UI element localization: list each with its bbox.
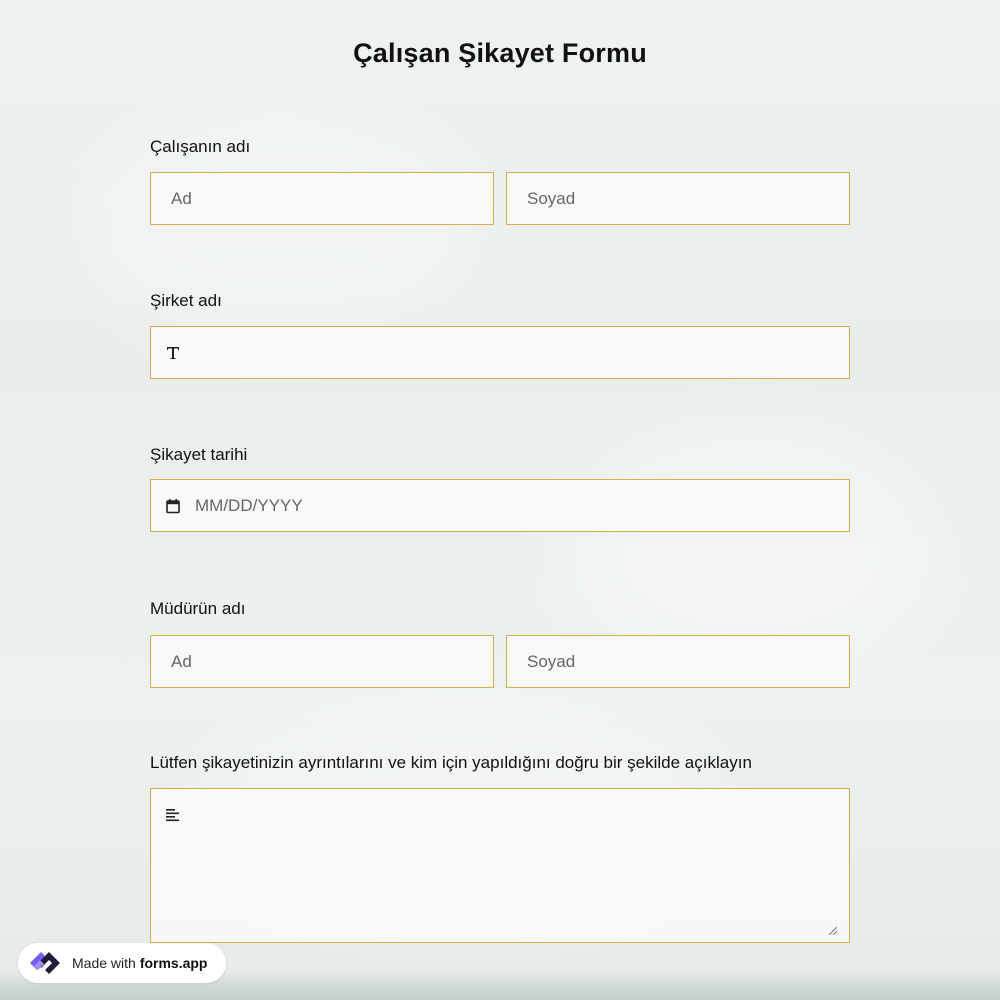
company-name-label: Şirket adı bbox=[150, 291, 222, 310]
manager-first-name-input[interactable]: Ad bbox=[150, 635, 494, 688]
employee-name-label: Çalışanın adı bbox=[150, 137, 251, 156]
employee-first-name-input[interactable]: Ad bbox=[150, 172, 494, 225]
details-label: Lütfen şikayetinizin ayrıntılarını ve ki… bbox=[150, 753, 752, 772]
manager-first-name-placeholder: Ad bbox=[171, 651, 192, 671]
employee-last-name-input[interactable]: Soyad bbox=[506, 172, 850, 225]
form-title: Çalışan Şikayet Formu bbox=[353, 38, 647, 68]
company-name-input[interactable] bbox=[150, 326, 850, 379]
forms-app-logo-icon bbox=[26, 948, 66, 978]
background-cloud bbox=[80, 120, 480, 340]
employee-last-name-placeholder: Soyad bbox=[527, 188, 576, 208]
made-with-text: Made with bbox=[72, 955, 136, 971]
complaint-date-placeholder: MM/DD/YYYY bbox=[195, 495, 303, 515]
resize-handle-icon[interactable] bbox=[827, 922, 838, 936]
manager-name-label: Müdürün adı bbox=[150, 599, 246, 618]
complaint-date-input[interactable]: MM/DD/YYYY bbox=[150, 479, 850, 532]
align-left-icon bbox=[165, 807, 181, 823]
text-type-icon bbox=[165, 345, 181, 361]
forms-app-brand: forms.app bbox=[139, 955, 208, 971]
details-textarea[interactable] bbox=[150, 788, 850, 943]
complaint-date-label: Şikayet tarihi bbox=[150, 445, 248, 464]
manager-last-name-placeholder: Soyad bbox=[527, 651, 576, 671]
calendar-icon bbox=[165, 498, 181, 514]
made-with-badge[interactable]: Made with forms.app bbox=[18, 943, 226, 983]
employee-first-name-placeholder: Ad bbox=[171, 188, 192, 208]
manager-last-name-input[interactable]: Soyad bbox=[506, 635, 850, 688]
